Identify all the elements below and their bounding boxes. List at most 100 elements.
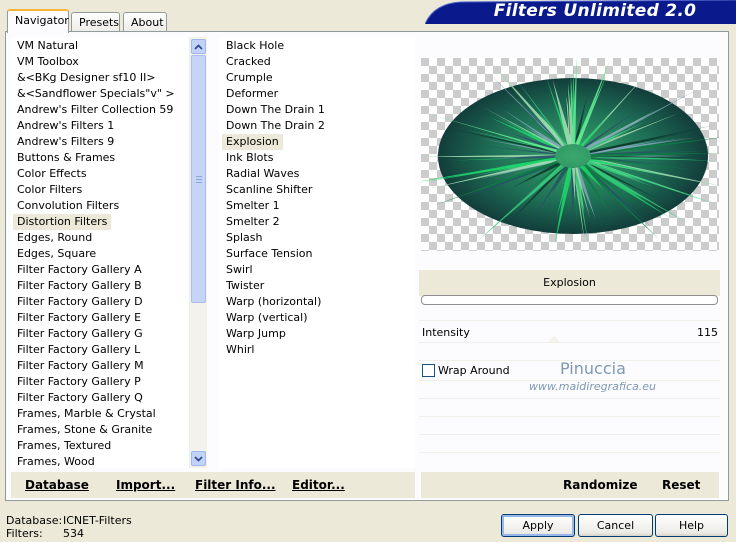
watermark-name: Pinuccia bbox=[560, 359, 626, 378]
tab-about[interactable]: About bbox=[123, 12, 167, 33]
import-button-label: Import... bbox=[116, 478, 176, 492]
database-value: ICNET-Filters bbox=[63, 514, 132, 527]
tab-presets[interactable]: Presets bbox=[71, 12, 120, 33]
filter-item-label: Ink Blots bbox=[226, 151, 274, 164]
filter-item[interactable]: Surface Tension bbox=[222, 246, 412, 262]
filter-item[interactable]: Down The Drain 1 bbox=[222, 102, 412, 118]
filter-item[interactable]: Twister bbox=[222, 278, 412, 294]
filter-item[interactable]: Smelter 1 bbox=[222, 198, 412, 214]
category-item-label: Filter Factory Gallery D bbox=[17, 295, 143, 308]
filter-item-label: Crumple bbox=[226, 71, 273, 84]
filter-list[interactable]: Black Hole Cracked Crumple Deformer Down The… bbox=[219, 37, 415, 468]
category-item-label: &<Sandflower Specials"v" > bbox=[17, 87, 175, 100]
filter-info-button[interactable]: Filter Info... bbox=[195, 472, 276, 498]
category-item[interactable]: Filter Factory Gallery P bbox=[13, 374, 191, 390]
filter-item[interactable]: Ink Blots bbox=[222, 150, 412, 166]
apply-button[interactable]: Apply bbox=[501, 514, 575, 537]
cancel-button[interactable]: Cancel bbox=[578, 514, 653, 537]
category-item-label: Filter Factory Gallery P bbox=[17, 375, 141, 388]
category-scrollbar[interactable] bbox=[189, 37, 207, 468]
category-item[interactable]: Color Filters bbox=[13, 182, 191, 198]
category-item-label: Frames, Textured bbox=[17, 439, 112, 452]
category-item[interactable]: Frames, Marble & Crystal bbox=[13, 406, 191, 422]
filter-item-label: Warp (vertical) bbox=[226, 311, 308, 324]
filter-item[interactable]: Smelter 2 bbox=[222, 214, 412, 230]
category-item[interactable]: Filter Factory Gallery D bbox=[13, 294, 191, 310]
category-item[interactable]: Filter Factory Gallery B bbox=[13, 278, 191, 294]
category-item-label: Andrew's Filter Collection 59 bbox=[17, 103, 174, 116]
filter-item-label: Deformer bbox=[226, 87, 279, 100]
category-item[interactable]: Andrew's Filters 9 bbox=[13, 134, 191, 150]
category-item[interactable]: &<Sandflower Specials"v" > bbox=[13, 86, 191, 102]
banner-title: Filters Unlimited 2.0 bbox=[493, 1, 697, 21]
category-item[interactable]: Color Effects bbox=[13, 166, 191, 182]
help-button[interactable]: Help bbox=[655, 514, 728, 537]
scroll-down-button[interactable] bbox=[191, 451, 206, 466]
filter-item[interactable]: Warp Jump bbox=[222, 326, 412, 342]
wrap-around-checkbox[interactable] bbox=[422, 364, 435, 377]
import-button[interactable]: Import... bbox=[116, 472, 175, 498]
category-item[interactable]: Filter Factory Gallery E bbox=[13, 310, 191, 326]
category-item[interactable]: Frames, Stone & Granite bbox=[13, 422, 191, 438]
category-item[interactable]: VM Natural bbox=[13, 38, 191, 54]
database-button-label: Database bbox=[25, 478, 89, 492]
filter-item[interactable]: Explosion bbox=[222, 134, 412, 150]
filter-info-button-label: Filter Info... bbox=[195, 478, 276, 492]
selected-filter-name: Explosion bbox=[419, 270, 720, 296]
category-item-label: Distortion Filters bbox=[13, 214, 112, 230]
filter-item[interactable]: Cracked bbox=[222, 54, 412, 70]
category-item[interactable]: Andrew's Filters 1 bbox=[13, 118, 191, 134]
category-item[interactable]: Filter Factory Gallery A bbox=[13, 262, 191, 278]
category-list[interactable]: VM Natural VM Toolbox &<BKg Designer sf10 … bbox=[11, 37, 207, 468]
filter-item[interactable]: Down The Drain 2 bbox=[222, 118, 412, 134]
category-item[interactable]: &<BKg Designer sf10 II> bbox=[13, 70, 191, 86]
reset-button[interactable]: Reset bbox=[662, 472, 700, 498]
filter-item-label: Splash bbox=[226, 231, 263, 244]
category-item[interactable]: Filter Factory Gallery G bbox=[13, 326, 191, 342]
filter-item[interactable]: Warp (vertical) bbox=[222, 310, 412, 326]
category-item[interactable]: Filter Factory Gallery Q bbox=[13, 390, 191, 406]
category-item-label: Filter Factory Gallery M bbox=[17, 359, 144, 372]
filter-item-label: Surface Tension bbox=[226, 247, 313, 260]
category-item[interactable]: Andrew's Filter Collection 59 bbox=[13, 102, 191, 118]
filter-item[interactable]: Whirl bbox=[222, 342, 412, 358]
parameter-toolbar: Randomize Reset bbox=[421, 472, 719, 498]
editor-button[interactable]: Editor... bbox=[292, 472, 345, 498]
filter-item-label: Warp Jump bbox=[226, 327, 286, 340]
filter-item[interactable]: Black Hole bbox=[222, 38, 412, 54]
category-item-label: Convolution Filters bbox=[17, 199, 120, 212]
category-item[interactable]: Buttons & Frames bbox=[13, 150, 191, 166]
database-button[interactable]: Database bbox=[25, 472, 89, 498]
filter-item[interactable]: Warp (horizontal) bbox=[222, 294, 412, 310]
filter-item[interactable]: Splash bbox=[222, 230, 412, 246]
scroll-thumb[interactable] bbox=[191, 55, 206, 303]
category-item[interactable]: Edges, Round bbox=[13, 230, 191, 246]
category-item[interactable]: Frames, Wood bbox=[13, 454, 191, 470]
category-item[interactable]: Convolution Filters bbox=[13, 198, 191, 214]
chevron-down-icon bbox=[194, 455, 203, 462]
scroll-up-button[interactable] bbox=[191, 39, 206, 54]
filter-item[interactable]: Crumple bbox=[222, 70, 412, 86]
category-item[interactable]: Filter Factory Gallery L bbox=[13, 342, 191, 358]
filter-item[interactable]: Scanline Shifter bbox=[222, 182, 412, 198]
filter-item[interactable]: Deformer bbox=[222, 86, 412, 102]
category-item-label: Frames, Stone & Granite bbox=[17, 423, 153, 436]
filter-item-label: Black Hole bbox=[226, 39, 285, 52]
category-item[interactable]: Edges, Square bbox=[13, 246, 191, 262]
category-item-label: Filter Factory Gallery A bbox=[17, 263, 142, 276]
database-label: Database: bbox=[6, 514, 63, 527]
filter-item[interactable]: Radial Waves bbox=[222, 166, 412, 182]
randomize-button[interactable]: Randomize bbox=[563, 472, 637, 498]
category-item-label: &<BKg Designer sf10 II> bbox=[17, 71, 156, 84]
category-item[interactable]: Frames, Textured bbox=[13, 438, 191, 454]
category-item[interactable]: VM Toolbox bbox=[13, 54, 191, 70]
intensity-row[interactable]: Intensity 115 bbox=[419, 323, 720, 343]
filter-preview-image bbox=[421, 58, 719, 251]
category-item-label: Edges, Square bbox=[17, 247, 97, 260]
filter-item[interactable]: Swirl bbox=[222, 262, 412, 278]
category-item[interactable]: Filter Factory Gallery M bbox=[13, 358, 191, 374]
category-item[interactable]: Distortion Filters bbox=[13, 214, 191, 230]
tab-navigator[interactable]: Navigator bbox=[7, 9, 69, 33]
intensity-label: Intensity bbox=[422, 326, 470, 339]
progress-bar bbox=[421, 295, 718, 305]
